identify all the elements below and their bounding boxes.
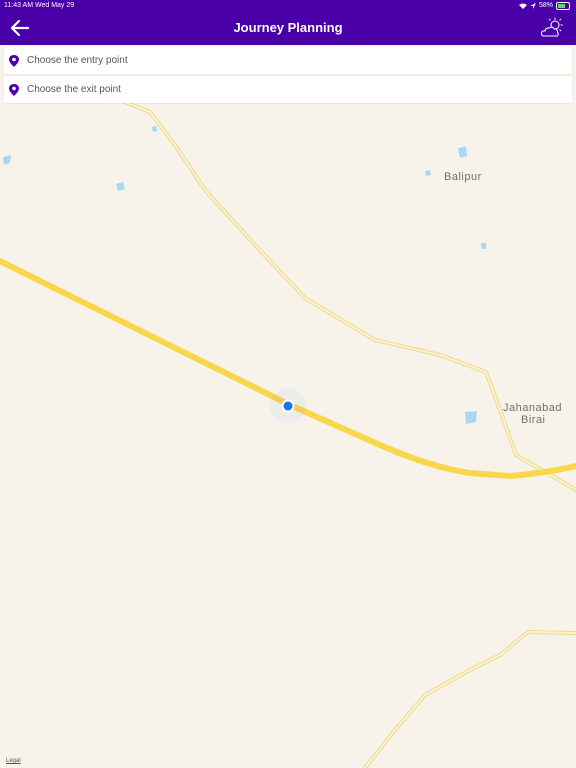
location-pin-icon: [9, 83, 19, 96]
entry-point-field[interactable]: [4, 47, 572, 74]
entry-point-input[interactable]: [27, 55, 547, 66]
weather-cloud-sun-icon[interactable]: [540, 17, 564, 39]
exit-point-input[interactable]: [27, 84, 547, 95]
place-label-jahanabad: Jahanabad: [503, 402, 562, 414]
water-body: [465, 411, 477, 424]
status-time-date: 11:43 AM Wed May 29: [4, 2, 75, 9]
battery-percent: 58%: [538, 2, 553, 9]
status-bar: 11:43 AM Wed May 29 58%: [0, 0, 576, 11]
status-indicators: 58%: [518, 0, 570, 11]
wifi-icon: [518, 3, 527, 9]
battery-icon: [556, 1, 570, 10]
page-title: Journey Planning: [233, 20, 343, 35]
location-services-icon: [529, 2, 536, 9]
navigation-bar: Journey Planning: [0, 11, 576, 45]
location-pin-icon: [9, 54, 19, 67]
legal-link[interactable]: Legal: [6, 758, 21, 764]
exit-point-field[interactable]: [4, 76, 572, 103]
place-label-balipur: Balipur: [444, 171, 482, 183]
map-view[interactable]: [0, 0, 576, 768]
place-label-birai: Birai: [521, 414, 546, 426]
water-body: [425, 170, 431, 176]
